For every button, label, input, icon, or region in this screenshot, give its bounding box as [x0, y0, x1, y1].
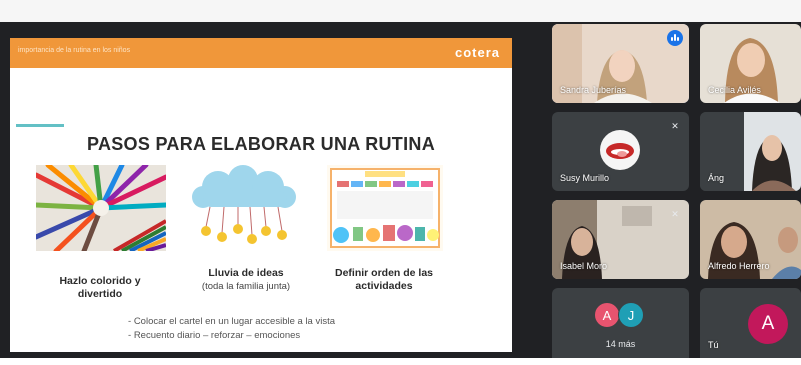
more-participants-tile[interactable]: A J 14 más	[552, 288, 689, 358]
top-margin	[0, 0, 801, 22]
avatar: A	[748, 304, 788, 344]
self-tile[interactable]: A Tú	[700, 288, 801, 358]
brand-logo: cotera	[454, 45, 500, 60]
brainstorm-cloud-image	[188, 165, 300, 251]
participant-name: Isabel Moro	[560, 261, 608, 271]
avatar	[600, 130, 640, 170]
step-label: Definir orden de las actividades	[334, 267, 434, 292]
participant-tile[interactable]: ✕ Susy Murillo	[552, 112, 689, 191]
step-caption-brainstorm: Lluvia de ideas (toda la familia junta)	[184, 267, 308, 293]
bottom-margin	[0, 358, 801, 365]
avatar-stack: A J	[594, 302, 654, 330]
meeting-window: importancia de la rutina en los niños co…	[0, 22, 801, 358]
step-label: Lluvia de ideas	[208, 267, 284, 279]
step-label: Hazlo colorido y divertido	[59, 275, 141, 300]
more-participants-label: 14 más	[605, 339, 636, 349]
participant-name: Alfredo Herrero	[708, 261, 770, 271]
participant-name: Susy Murillo	[560, 173, 610, 183]
audio-level-icon	[667, 30, 683, 46]
participant-name: Sandra Juberías	[560, 85, 627, 95]
slide-header: importancia de la rutina en los niños co…	[10, 38, 512, 68]
slide-header-subtitle: importancia de la rutina en los niños	[18, 47, 131, 54]
avatar: J	[618, 302, 644, 328]
mic-off-icon: ✕	[671, 121, 679, 131]
participant-name: Áng	[708, 173, 725, 183]
participant-tile[interactable]: ✕ Isabel Moro	[552, 200, 689, 279]
participant-tile[interactable]: Áng	[700, 112, 801, 191]
colored-pencils-image	[36, 165, 166, 251]
routine-chart-image	[327, 165, 443, 251]
slide-title: PASOS PARA ELABORAR UNA RUTINA	[86, 134, 435, 154]
step-sublabel: (toda la familia junta)	[201, 281, 291, 292]
participant-tile[interactable]: Alfredo Herrero	[700, 200, 801, 279]
slide-bullet-list: Colocar el cartel en un lugar accesible …	[128, 315, 335, 343]
participant-tile[interactable]: Cecilia Avilés	[700, 24, 801, 103]
bullet-item: Recuento diario – reforzar – emociones	[128, 329, 335, 343]
shared-presentation[interactable]: importancia de la rutina en los niños co…	[10, 38, 512, 352]
step-caption-colorful: Hazlo colorido y divertido	[50, 275, 150, 301]
mic-off-icon: ✕	[671, 209, 679, 219]
bullet-item: Colocar el cartel en un lugar accesible …	[128, 315, 335, 329]
step-caption-order: Definir orden de las actividades	[318, 267, 450, 293]
participant-name: Cecilia Avilés	[708, 85, 761, 95]
participant-tile[interactable]: Sandra Juberías	[552, 24, 689, 103]
accent-line	[16, 124, 64, 127]
avatar: A	[594, 302, 620, 328]
self-name: Tú	[708, 340, 719, 350]
